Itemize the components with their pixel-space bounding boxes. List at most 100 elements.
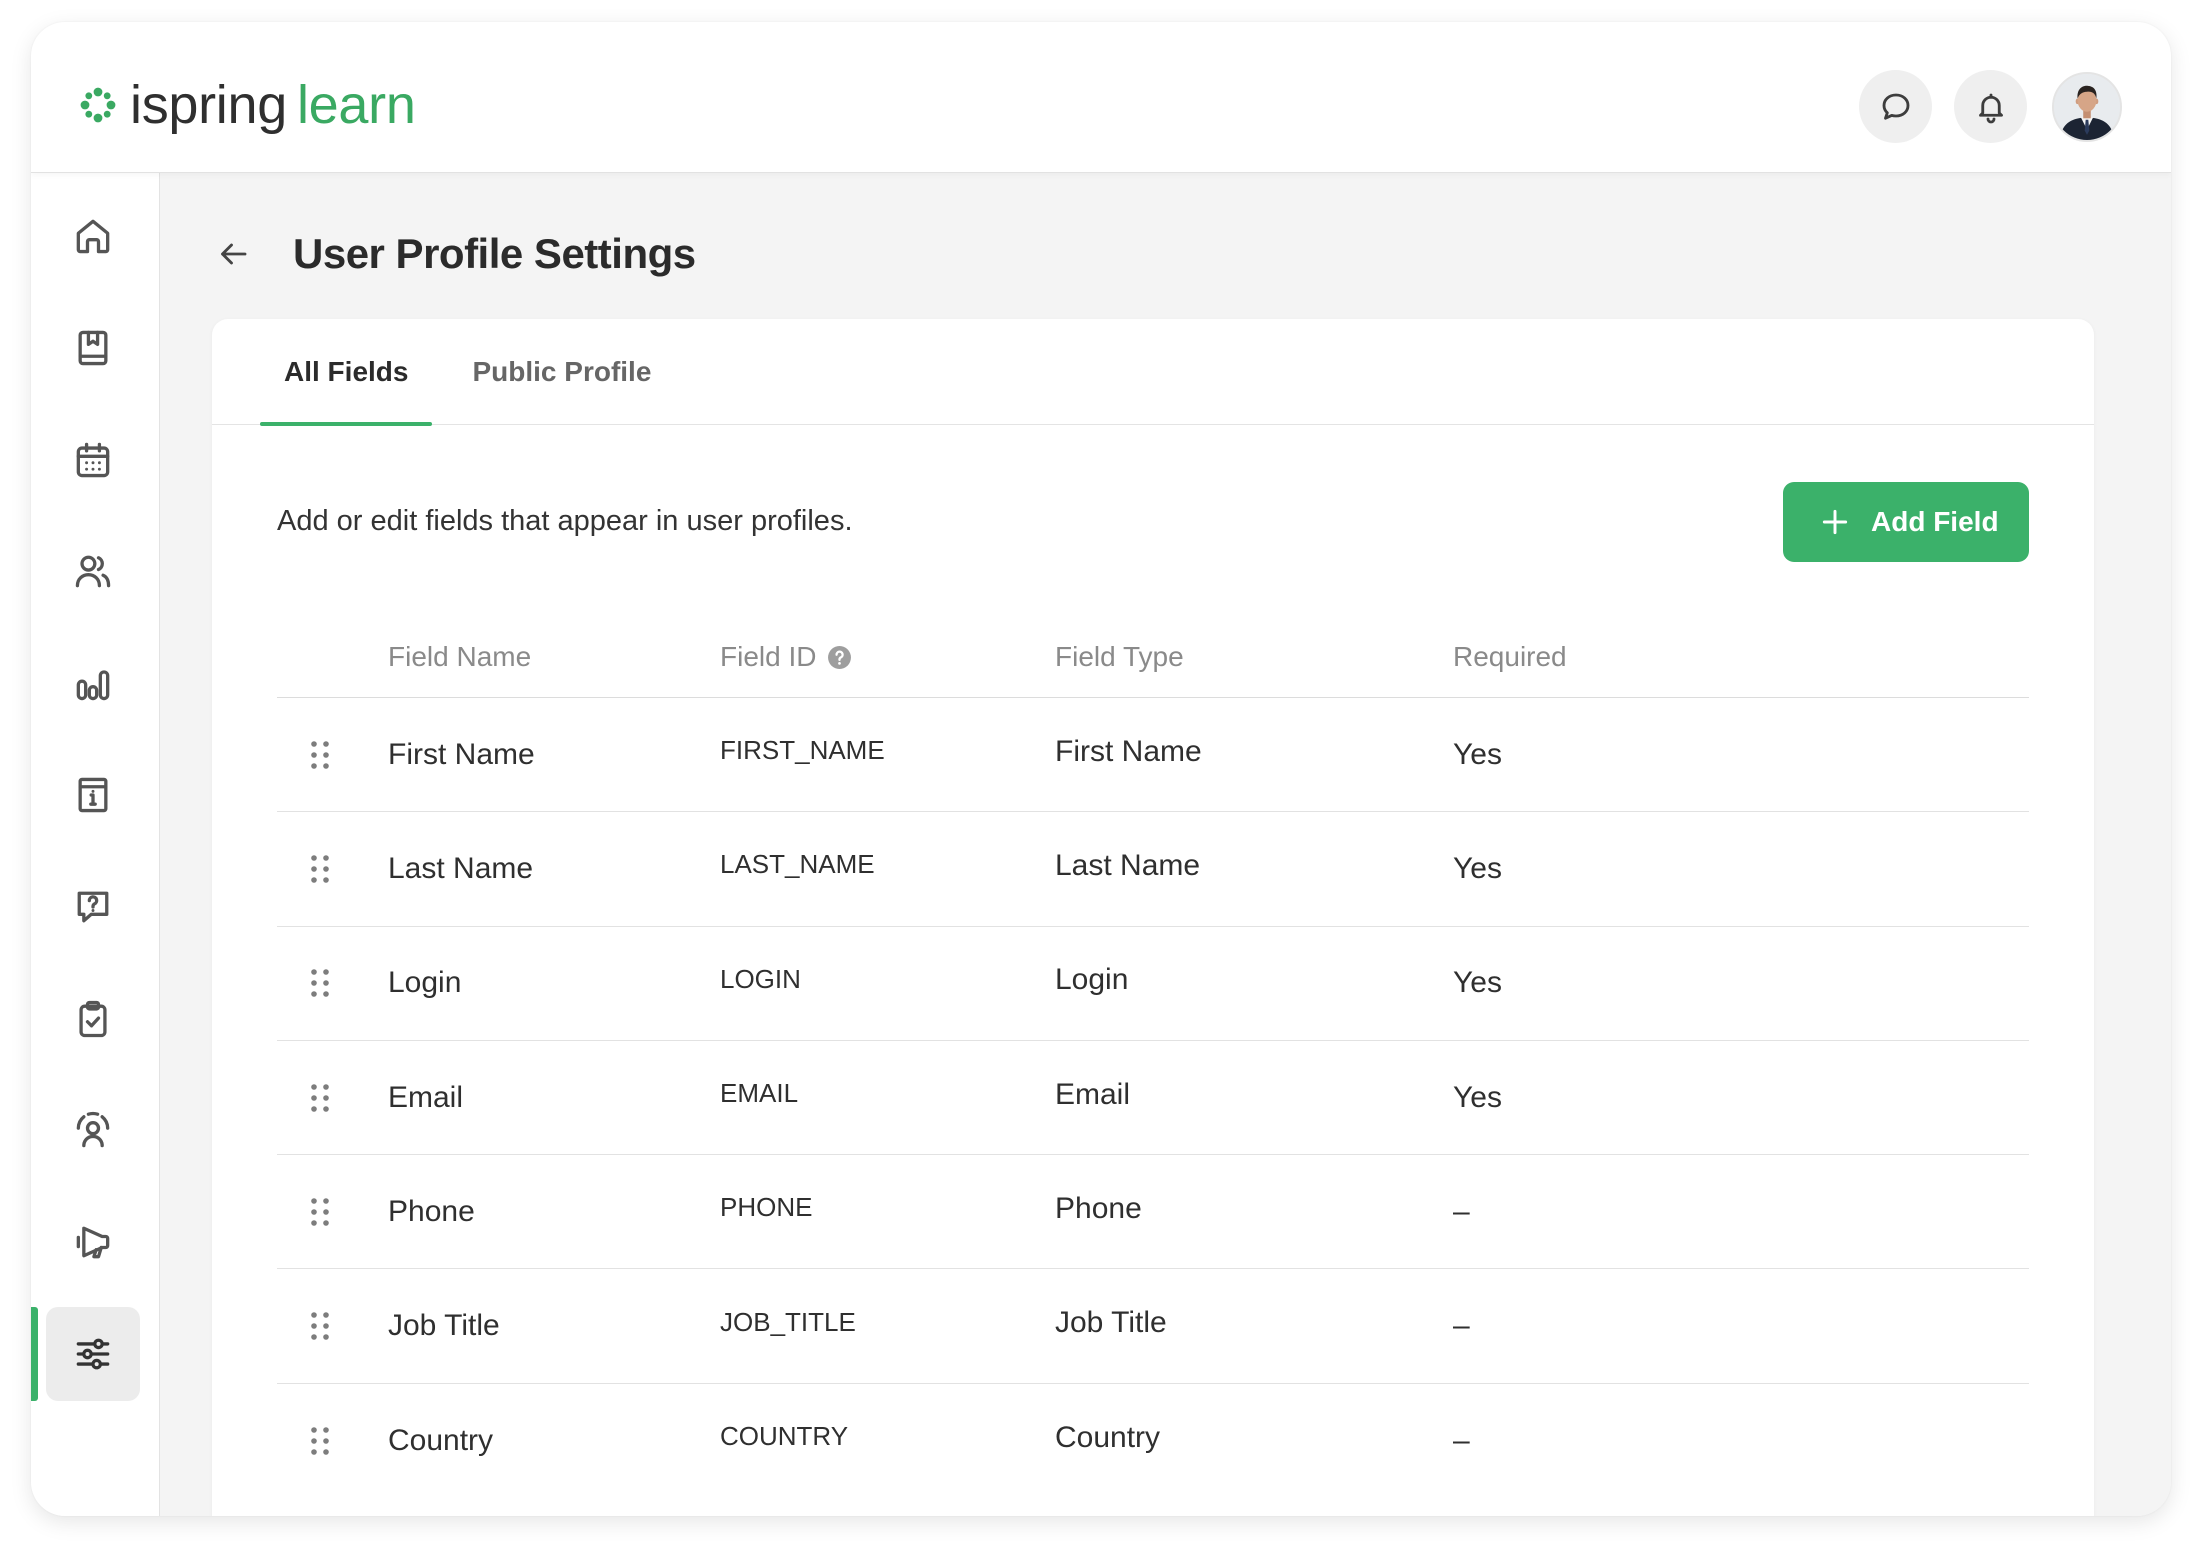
cell-field-id: PHONE [720,1192,813,1223]
cell-field-name: Login [388,966,462,1000]
calendar-icon [76,442,110,477]
sidebar-item-help[interactable] [46,860,140,954]
sidebar-item-calendar[interactable] [46,413,140,507]
tab-active-indicator [260,422,433,426]
drag-handle[interactable] [277,1083,388,1112]
drag-handle[interactable] [277,740,388,769]
tab-public-profile[interactable]: Public Profile [448,319,675,424]
table-row[interactable]: Phone PHONE Phone – [277,1155,2029,1270]
cell-required: – [1453,1194,1470,1228]
cell-field-type: Login [1055,963,1129,997]
drag-handle-icon [311,1198,329,1226]
bell-icon [1978,93,2003,123]
column-header-field-name: Field Name [388,641,532,672]
app-window: ispring learn User Profile Settings All … [31,22,2171,1516]
tab-all-fields[interactable]: All Fields [260,319,433,426]
cell-field-type: Job Title [1055,1306,1167,1340]
cell-field-type: First Name [1055,734,1202,768]
cell-field-type: Country [1055,1420,1161,1454]
cell-field-name: Job Title [388,1309,500,1343]
column-header-field-type: Field Type [1055,641,1184,672]
user-avatar-image [2054,74,2120,140]
table-row[interactable]: Email EMAIL Email Yes [277,1041,2029,1156]
cell-required: Yes [1453,966,1502,1000]
cell-field-type: Last Name [1055,848,1201,882]
tab-label: Public Profile [472,355,652,387]
sidebar-item-announcements[interactable] [46,1195,140,1289]
table-row[interactable]: Country COUNTRY Country – [277,1384,2029,1498]
drag-handle-icon [311,1427,329,1455]
drag-handle-icon [311,855,329,883]
page-description: Add or edit fields that appear in user p… [277,505,853,537]
add-field-button[interactable]: Add Field [1783,482,2029,562]
cell-field-name: Country [388,1423,494,1457]
drag-handle[interactable] [277,1312,388,1340]
bar-chart-icon [76,670,110,701]
drag-handle[interactable] [277,1427,388,1455]
question-bubble-icon [77,891,109,923]
cell-field-id: FIRST_NAME [720,735,885,766]
drag-handle-icon [311,969,329,998]
cell-required: Yes [1453,737,1502,771]
page-title: User Profile Settings [293,230,696,277]
help-icon[interactable] [827,645,852,670]
sidebar-item-reports[interactable] [46,636,140,730]
table-row[interactable]: Job Title JOB_TITLE Job Title – [277,1269,2029,1384]
notifications-button[interactable] [1954,70,2027,143]
cell-field-type: Email [1055,1077,1131,1111]
arrow-left-icon [221,243,247,265]
drag-handle-icon [311,1083,329,1112]
drag-handle[interactable] [277,855,388,883]
table-header: Field Name Field ID Field Type Required [277,617,2029,698]
table-row[interactable]: Login LOGIN Login Yes [277,927,2029,1041]
book-icon [78,330,108,366]
main-area: User Profile Settings All Fields Public … [160,173,2171,1516]
settings-card: All Fields Public Profile Add or edit fi… [212,319,2094,1516]
ispring-logo-icon [80,87,116,123]
cell-field-name: Email [388,1080,464,1114]
table-body: First Name FIRST_NAME First Name Yes Las… [277,698,2029,1498]
logo[interactable]: ispring learn [77,78,416,132]
drag-handle[interactable] [277,969,388,998]
cell-field-id: JOB_TITLE [720,1306,856,1337]
avatar[interactable] [2052,72,2122,142]
column-header-field-id-label: Field ID [720,641,817,672]
table-row[interactable]: Last Name LAST_NAME Last Name Yes [277,812,2029,927]
sidebar-item-users[interactable] [46,524,140,618]
sidebar-item-home[interactable] [46,189,140,283]
column-header-required: Required [1453,641,1567,672]
logo-product-text: learn [296,75,416,135]
cell-field-id: LAST_NAME [720,849,875,880]
plus-icon [1822,509,1848,535]
chat-icon [1882,93,1909,120]
info-document-icon [78,777,108,813]
cell-field-name: First Name [388,737,535,771]
add-field-label: Add Field [1871,506,1999,537]
cell-required: – [1453,1309,1470,1343]
chat-button[interactable] [1859,70,1932,143]
cell-field-id: EMAIL [720,1078,799,1109]
cell-required: Yes [1453,851,1502,885]
sidebar-item-settings[interactable] [31,1306,140,1401]
column-header-field-id: Field ID [720,641,1055,673]
sidebar-item-info[interactable] [46,748,140,842]
drag-handle-icon [311,1312,329,1340]
drag-handle[interactable] [277,1198,388,1226]
user-broadcast-icon [76,1112,110,1148]
cell-required: Yes [1453,1080,1502,1114]
users-icon [75,555,111,588]
sidebar-item-instructors[interactable] [46,1083,140,1177]
cell-field-type: Phone [1055,1191,1142,1225]
cell-required: – [1453,1423,1470,1457]
logo-brand-text: ispring [130,75,287,135]
sidebar [31,173,160,1516]
fields-table: Field Name Field ID Field Type Required [277,617,2029,1498]
tab-label: All Fields [284,355,409,387]
sidebar-item-courses[interactable] [46,301,140,395]
drag-handle-icon [311,740,329,769]
megaphone-icon [76,1226,110,1259]
back-button[interactable] [213,234,253,274]
sidebar-item-assignments[interactable] [46,972,140,1066]
home-icon [76,219,110,254]
table-row[interactable]: First Name FIRST_NAME First Name Yes [277,698,2029,813]
